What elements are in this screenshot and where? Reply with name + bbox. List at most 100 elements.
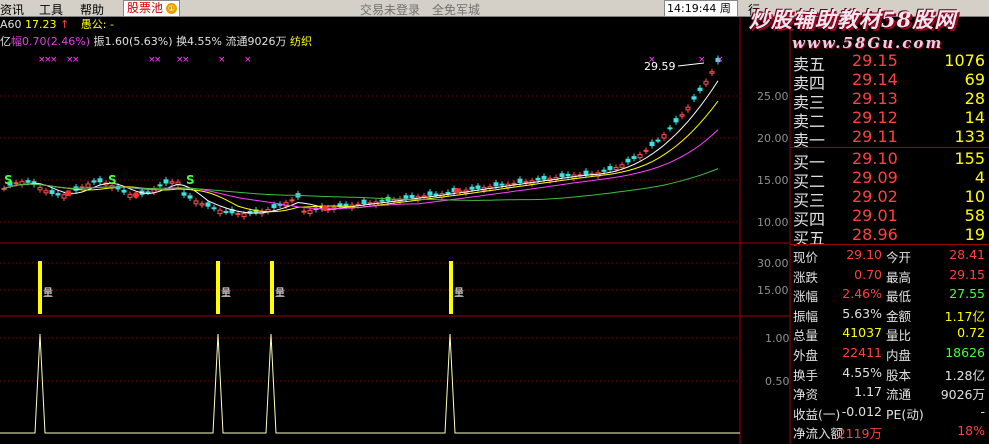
orderbook-volume: 69 [964, 70, 985, 89]
candle-body [199, 203, 205, 206]
orderbook-volume: 28 [964, 89, 985, 108]
quote-label: 涨跌 [793, 269, 819, 285]
candle-body [121, 189, 127, 193]
buy-level-row[interactable]: 买四 29.01 58 [790, 205, 989, 229]
quote-label: 净流入额 [793, 426, 844, 442]
volume-signal-label: 量 [454, 287, 464, 299]
candle-body [43, 190, 49, 194]
candle-body [145, 191, 151, 194]
quote-value: 2.46% [842, 286, 882, 302]
indicator-tick-label: 1.00 [765, 332, 790, 345]
ma10-line [3, 100, 719, 213]
quote-value: 1.28亿 [944, 367, 985, 383]
sell-level-row[interactable]: 卖五 29.15 1076 [790, 50, 989, 74]
quote-label: 涨幅 [793, 289, 819, 305]
orderbook-price: 28.96 [852, 225, 898, 244]
candle-body [673, 118, 679, 123]
volume-signal-bar [216, 261, 220, 314]
watermark-logo: 炒股辅助教材58股网 [749, 7, 957, 32]
buy-level-row[interactable]: 买三 29.02 10 [790, 186, 989, 210]
candle-body [499, 183, 505, 186]
buy-level-row[interactable]: 买五 28.96 19 [790, 224, 989, 248]
price-tick-label: 15.00 [757, 174, 789, 187]
orderbook-volume: 58 [964, 206, 985, 225]
orderbook-price: 29.10 [852, 149, 898, 168]
quote-value: 41037 [842, 325, 882, 341]
quote-label: PE(动) [886, 406, 924, 422]
orderbook-price: 29.11 [852, 127, 898, 146]
candle-body [565, 173, 571, 177]
signal-cross-marker: × [154, 55, 162, 65]
candle-body [559, 173, 565, 178]
quote-value: 28.41 [949, 247, 985, 262]
volume-signal-label: 量 [43, 287, 53, 299]
quote-label: 外盘 [793, 348, 819, 363]
quote-value: 5.63% [842, 305, 882, 321]
price-grid [0, 95, 740, 382]
candle-body [127, 193, 133, 198]
candle-body [445, 191, 451, 194]
quote-label: 振幅 [793, 308, 819, 324]
quote-value: 1.17 [854, 384, 882, 400]
sell-level-row[interactable]: 卖四 29.14 69 [790, 69, 989, 93]
buy-level-row[interactable]: 买二 29.09 4 [790, 167, 989, 191]
candle-body [433, 193, 439, 196]
candle-body [583, 170, 589, 175]
indicator-line [0, 333, 740, 434]
candle-body [181, 192, 187, 196]
candle-body [613, 166, 619, 170]
candle-body [13, 182, 19, 185]
sell-level-row[interactable]: 卖一 29.11 133 [790, 126, 989, 150]
candle-body [301, 210, 307, 213]
candle-body [427, 191, 433, 196]
volume-signal-bar [270, 261, 274, 314]
orderbook-volume: 14 [964, 108, 985, 127]
quote-value: 27.55 [949, 286, 985, 302]
candle-body [307, 209, 313, 215]
candle-body [163, 179, 169, 184]
buy-level-row[interactable]: 买一 29.10 155 [790, 148, 989, 172]
orderbook-volume: 155 [954, 149, 985, 168]
candle-body [25, 180, 31, 183]
signal-cross-marker: × [182, 55, 190, 65]
quote-row: 外盘 22411 内盘 18626 [790, 344, 989, 363]
buy-marker: S [108, 173, 117, 187]
quote-value: 4.55% [842, 364, 882, 380]
sell-dot [322, 205, 328, 212]
candle-body [403, 195, 409, 199]
volume-signal-label: 量 [275, 287, 285, 299]
quote-value: - [980, 403, 985, 419]
quote-value: 0.72 [957, 325, 985, 341]
candle-body [661, 134, 667, 139]
sell-level-row[interactable]: 卖二 29.12 14 [790, 107, 989, 131]
candle-body [691, 96, 697, 100]
quote-row: 换手 4.55% 股本 1.28亿 [790, 364, 989, 383]
sell-dot [65, 190, 71, 197]
quote-row: 涨跌 0.70 最高 29.15 [790, 266, 989, 285]
buy-marker: S [4, 173, 13, 187]
candle-body [631, 156, 637, 159]
candle-body [697, 87, 703, 91]
quote-row: 收益(一) -0.012 PE(动) - [790, 403, 989, 422]
signal-cross-marker: × [648, 55, 656, 65]
signal-cross-marker: × [72, 55, 80, 65]
candle-body [223, 211, 229, 214]
quote-label: 现价 [793, 250, 819, 265]
candle-body [343, 203, 349, 207]
quote-label: 内盘 [886, 348, 912, 363]
quote-value: -0.012 [841, 403, 882, 419]
quote-value: 0.70 [854, 266, 882, 282]
panel-dividers [0, 17, 791, 444]
quote-label: 今开 [886, 250, 912, 265]
indicator-tick-label: 0.50 [765, 375, 790, 388]
quote-value: 22411 [842, 345, 882, 360]
orderbook-volume: 19 [964, 225, 985, 244]
candle-body [97, 178, 103, 183]
candle-body [55, 193, 61, 196]
price-tick-label: 10.00 [757, 216, 789, 229]
quote-value: 9026万 [940, 387, 985, 403]
candle-body [637, 154, 643, 159]
orderbook-price: 29.02 [852, 187, 898, 206]
sell-level-row[interactable]: 卖三 29.13 28 [790, 88, 989, 112]
trading-terminal: { "menu":{"items":["资讯","工具","帮助"],"pool… [0, 0, 989, 444]
